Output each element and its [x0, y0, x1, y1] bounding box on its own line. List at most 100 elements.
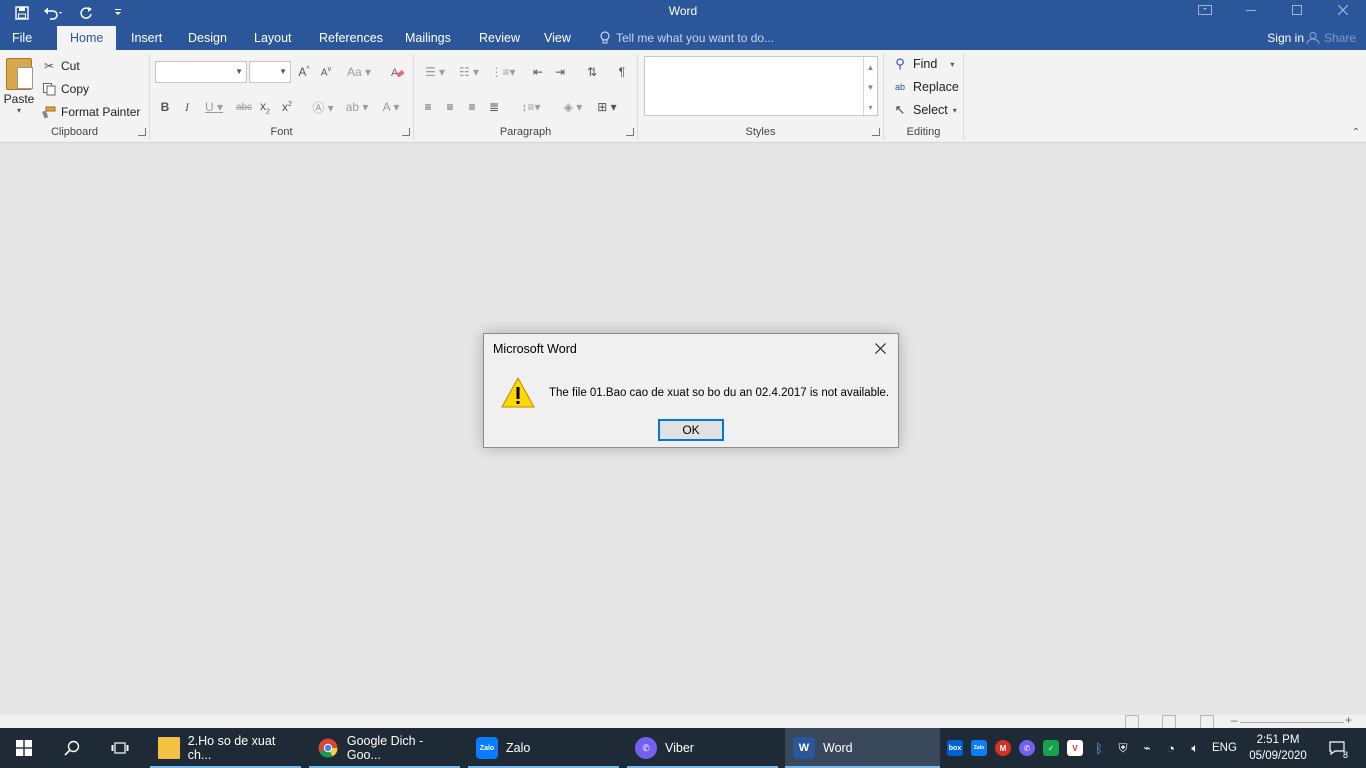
- tell-me-search[interactable]: Tell me what you want to do...: [600, 26, 774, 50]
- styles-dialog-launcher[interactable]: [872, 128, 880, 136]
- minimize-button[interactable]: [1228, 0, 1274, 20]
- clipboard-dialog-launcher[interactable]: [138, 128, 146, 136]
- bullets-button[interactable]: ☰ ▾: [420, 62, 450, 82]
- font-dialog-launcher[interactable]: [402, 128, 410, 136]
- taskbar-app-word[interactable]: W Word: [785, 728, 940, 768]
- decrease-indent-button[interactable]: ⇤: [528, 62, 548, 82]
- clear-formatting-button[interactable]: A: [388, 62, 408, 82]
- sign-in-link[interactable]: Sign in: [1267, 26, 1304, 50]
- format-painter-button[interactable]: Format Painter: [42, 102, 140, 122]
- zoom-out-button[interactable]: –: [1231, 713, 1238, 727]
- subscript-button[interactable]: x2: [255, 97, 275, 117]
- person-icon: [1306, 31, 1320, 45]
- highlight-button[interactable]: ab ▾: [342, 97, 372, 117]
- cut-label: Cut: [61, 59, 80, 73]
- multilevel-list-button[interactable]: ⋮≡▾: [488, 62, 518, 82]
- collapse-ribbon-button[interactable]: ⌃: [1352, 127, 1360, 138]
- find-button[interactable]: ⚲ Find ▾: [892, 53, 954, 75]
- font-color-button[interactable]: A ▾: [376, 97, 406, 117]
- font-group: ▼ ▼ A^ Av Aa ▾ A B I U ▾ abc x2 x2 Ⓐ ▾ a…: [150, 54, 414, 140]
- styles-more[interactable]: ▾: [863, 97, 877, 117]
- search-button[interactable]: [48, 728, 96, 768]
- shrink-font-button[interactable]: Av: [316, 62, 336, 82]
- grow-font-button[interactable]: A^: [294, 62, 314, 82]
- strikethrough-button[interactable]: abc: [233, 97, 255, 117]
- cut-button[interactable]: ✂ Cut: [42, 56, 80, 76]
- chevron-down-icon[interactable]: ▾: [3, 106, 35, 115]
- copy-button[interactable]: Copy: [42, 79, 89, 99]
- ribbon-display-options-button[interactable]: [1182, 0, 1228, 20]
- tab-home[interactable]: Home: [57, 26, 117, 50]
- align-left-button[interactable]: ≡: [418, 97, 438, 117]
- borders-button[interactable]: ⊞ ▾: [592, 97, 622, 117]
- taskbar-app-zalo[interactable]: Zalo Zalo: [468, 728, 619, 768]
- text-effects-button[interactable]: Ⓐ ▾: [308, 97, 338, 117]
- select-button[interactable]: ↖ Select ▾: [892, 99, 957, 121]
- print-layout-button[interactable]: [1162, 715, 1176, 728]
- task-view-button[interactable]: [96, 728, 144, 768]
- read-mode-button[interactable]: [1125, 715, 1139, 728]
- tab-insert[interactable]: Insert: [131, 26, 162, 50]
- tray-security[interactable]: ✓: [1039, 728, 1063, 768]
- tab-review[interactable]: Review: [479, 26, 520, 50]
- maximize-button[interactable]: [1274, 0, 1320, 20]
- tray-defender[interactable]: ⛨: [1111, 728, 1135, 768]
- tab-view[interactable]: View: [544, 26, 571, 50]
- tray-box[interactable]: box: [943, 728, 967, 768]
- close-window-button[interactable]: [1320, 0, 1366, 20]
- share-button[interactable]: Share: [1306, 26, 1356, 50]
- styles-scroll-up[interactable]: ▲: [863, 57, 877, 77]
- ok-button[interactable]: OK: [658, 419, 724, 441]
- tab-layout[interactable]: Layout: [254, 26, 292, 50]
- font-name-combo[interactable]: ▼: [155, 61, 247, 83]
- styles-gallery[interactable]: ▲ ▼ ▾: [644, 56, 878, 117]
- align-right-button[interactable]: ≡: [462, 97, 482, 117]
- tray-viber[interactable]: ✆: [1015, 728, 1039, 768]
- bold-button[interactable]: B: [155, 97, 175, 117]
- zoom-slider[interactable]: [1240, 722, 1344, 723]
- paste-button[interactable]: Paste ▾: [3, 56, 35, 115]
- tray-network[interactable]: ◔: [1159, 728, 1183, 768]
- zoom-in-button[interactable]: +: [1345, 713, 1352, 727]
- italic-button[interactable]: I: [177, 97, 197, 117]
- tab-references[interactable]: References: [319, 26, 383, 50]
- sort-button[interactable]: ⇅: [582, 62, 602, 82]
- increase-indent-button[interactable]: ⇥: [550, 62, 570, 82]
- superscript-button[interactable]: x2: [277, 97, 297, 117]
- show-formatting-button[interactable]: ¶: [612, 62, 632, 82]
- taskbar-app-explorer[interactable]: 2.Ho so de xuat ch...: [150, 728, 301, 768]
- start-button[interactable]: [0, 728, 48, 768]
- shading-button[interactable]: ◈ ▾: [558, 97, 588, 117]
- web-layout-button[interactable]: [1200, 715, 1214, 728]
- styles-scroll-down[interactable]: ▼: [863, 77, 877, 97]
- tab-file[interactable]: File: [12, 26, 32, 50]
- tray-gmail[interactable]: M: [991, 728, 1015, 768]
- line-spacing-button[interactable]: ↕≡▾: [516, 97, 546, 117]
- taskbar-app-label: Viber: [665, 741, 694, 755]
- tray-bluetooth[interactable]: ᛒ: [1087, 728, 1111, 768]
- justify-button[interactable]: ≣: [484, 97, 504, 117]
- replace-button[interactable]: ab Replace: [892, 76, 959, 98]
- tab-design[interactable]: Design: [188, 26, 227, 50]
- tab-mailings[interactable]: Mailings: [405, 26, 451, 50]
- tray-battery[interactable]: ⌁: [1135, 728, 1159, 768]
- tray-zalo[interactable]: Zalo: [967, 728, 991, 768]
- tray-volume[interactable]: 🔈︎: [1183, 728, 1207, 768]
- dialog-close-button[interactable]: [870, 338, 890, 358]
- highlighter-icon: ab ▾: [345, 100, 369, 114]
- clock[interactable]: 2:51 PM 05/09/2020: [1244, 732, 1312, 764]
- change-case-button[interactable]: Aa ▾: [344, 62, 374, 82]
- font-size-combo[interactable]: ▼: [249, 61, 291, 83]
- paragraph-dialog-launcher[interactable]: [626, 128, 634, 136]
- input-language[interactable]: ENG: [1212, 728, 1237, 768]
- taskbar-app-viber[interactable]: ✆ Viber: [627, 728, 778, 768]
- taskbar-app-chrome[interactable]: Google Dich - Goo...: [309, 728, 460, 768]
- dialog-title: Microsoft Word: [493, 342, 577, 356]
- align-center-button[interactable]: ≡: [440, 97, 460, 117]
- multilevel-list-icon: ⋮≡▾: [490, 65, 516, 79]
- tray-antivirus[interactable]: V: [1063, 728, 1087, 768]
- underline-button[interactable]: U ▾: [199, 97, 229, 117]
- replace-icon: ab: [894, 82, 905, 92]
- action-center-button[interactable]: 8: [1322, 728, 1352, 768]
- numbering-button[interactable]: ☷ ▾: [454, 62, 484, 82]
